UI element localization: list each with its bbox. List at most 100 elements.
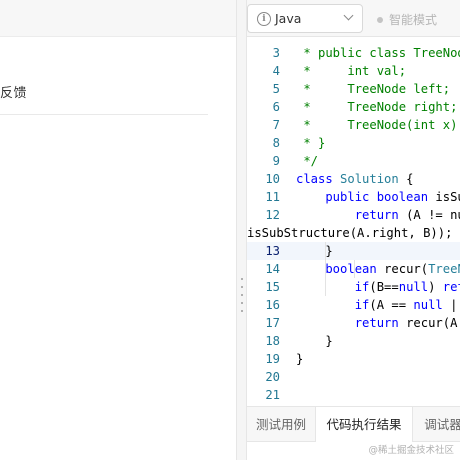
code-line[interactable]: 7 * TreeNode(int x) { val = x; } [247,116,460,134]
smart-mode-toggle[interactable]: 智能模式 [377,11,437,28]
code-line[interactable]: isSubStructure(A.right, B)); [247,224,460,242]
code-line[interactable]: 5 * TreeNode left; [247,80,460,98]
tab-run-result[interactable]: 代码执行结果 [315,407,413,442]
line-number: 16 [265,298,280,312]
code-token: return [296,316,407,330]
code-token: * int val; [296,64,407,78]
console-tabs: 测试用例 代码执行结果 调试器 [247,406,460,442]
code-text: * } [296,134,325,152]
code-line[interactable]: 4 * int val; [247,62,460,80]
code-text: * public class TreeNode { [296,44,460,62]
code-line[interactable]: 11 public boolean isSubStructure(TreeNod… [247,188,460,206]
code-line[interactable]: 12 return (A != null && B != null) && (r… [247,206,460,224]
code-token: */ [296,154,319,168]
code-line[interactable]: 9 */ [247,152,460,170]
line-number: 21 [265,388,280,402]
tab-test-cases[interactable]: 测试用例 [247,407,315,442]
line-number: 19 [265,352,280,366]
problem-panel: 反馈 [0,0,236,460]
code-text: */ [296,152,318,170]
code-token: } [296,334,333,348]
code-token: class [296,172,341,186]
code-line[interactable]: 3 * public class TreeNode { [247,44,460,62]
line-number: 15 [265,280,280,294]
code-text: return (A != null && B != null) && (recu… [296,206,460,224]
tab-debugger[interactable]: 调试器 [413,407,460,442]
code-text: * TreeNode left; [296,80,450,98]
watermark: @稀土掘金技术社区 [368,445,454,456]
code-line[interactable]: 6 * TreeNode right; [247,98,460,116]
line-number: 18 [265,334,280,348]
code-token: } [296,244,333,258]
problem-header-bar [0,0,236,37]
line-number: 14 [265,262,280,276]
code-text: public boolean isSubStructure(TreeNode A… [296,188,460,206]
divider [0,114,208,115]
feedback-link[interactable]: 反馈 [0,82,27,101]
line-number: 9 [272,154,280,168]
indent-guide [354,260,355,278]
line-number: 17 [265,316,280,330]
line-number: 6 [272,100,280,114]
code-token: null [413,298,443,312]
editor-toolbar: i Java 智能模式 [247,0,460,37]
code-token: (B== [369,280,399,294]
code-token: { [398,172,414,186]
code-token: Solution [340,172,399,186]
code-token: return [296,208,407,222]
code-line[interactable]: 13 } [247,242,460,260]
code-text: * TreeNode right; [296,98,457,116]
code-line[interactable]: 8 * } [247,134,460,152]
code-line[interactable]: 16 if(A == null || A.val != B.val) retur… [247,296,460,314]
code-text: * TreeNode(int x) { val = x; } [296,116,460,134]
drag-handle-icon [241,278,243,318]
code-text: if(B==null) return true; [296,278,460,296]
code-editor[interactable]: 3 * public class TreeNode {4 * int val;5… [247,40,460,406]
pane-resize-handle[interactable] [236,0,247,460]
line-number: 11 [265,190,280,204]
code-token: * TreeNode(int x) { val = x; } [303,118,458,132]
chevron-down-icon [343,10,354,21]
line-number: 20 [265,370,280,384]
code-line[interactable]: 21 [247,386,460,404]
code-token: * TreeNode right; [296,100,458,114]
code-token: boolean [296,262,385,276]
code-line[interactable]: 19} [247,350,460,368]
toggle-dot-icon [377,16,383,23]
code-token: ) [428,280,443,294]
code-line[interactable]: 18 } [247,332,460,350]
language-select[interactable]: i Java [247,4,363,33]
code-text: isSubStructure(A.right, B)); [247,224,452,242]
code-token: (A != null && B != null) && (recur(A, B)… [406,208,460,222]
code-token: (A == [369,298,414,312]
line-number: 3 [272,46,280,60]
code-token: recur(A.left, B.left) && recur(A.right, … [406,316,460,330]
line-number: 8 [272,136,280,150]
code-text: } [296,350,303,368]
code-text: class Solution { [296,170,413,188]
code-token: public boolean [296,190,436,204]
code-token: if [296,298,370,312]
line-number: 13 [265,244,280,258]
code-token: TreeNode [428,262,460,276]
line-number: 4 [272,64,280,78]
code-token: if [296,280,370,294]
code-line[interactable]: 10 class Solution { [247,170,460,188]
code-text: return recur(A.left, B.left) && recur(A.… [296,314,460,332]
code-line[interactable]: 17 return recur(A.left, B.left) && recur… [247,314,460,332]
info-icon: i [257,12,271,26]
code-token: || A.val != B.val) return false; [450,298,460,312]
code-token: } [296,352,304,366]
code-text: * int val; [296,62,406,80]
code-text: boolean recur(TreeNode A, TreeNode B) { [296,260,460,278]
code-token: * } [296,136,326,150]
smart-mode-label: 智能模式 [389,13,438,27]
code-line[interactable]: 20 [247,368,460,386]
code-token: isSubStructure(A.right, B)); [247,226,453,240]
line-number: 7 [272,118,280,132]
code-text: } [296,242,333,260]
code-token: return true [442,280,460,294]
code-line[interactable]: 15 if(B==null) return true; [247,278,460,296]
line-number: 10 [265,172,280,186]
code-text: } [296,332,333,350]
